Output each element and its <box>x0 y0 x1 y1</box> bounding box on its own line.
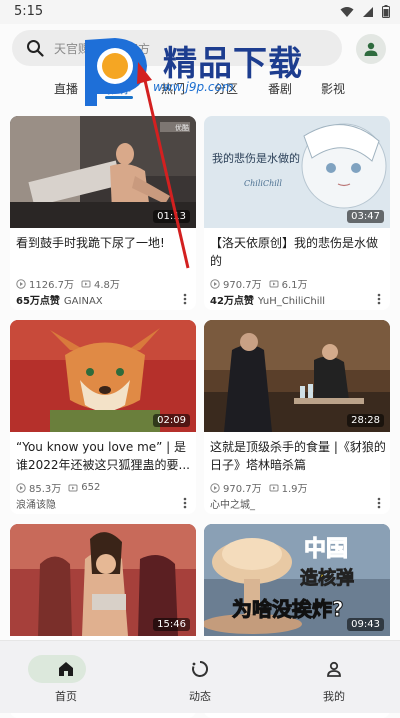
profile-icon <box>327 661 341 677</box>
video-stats: 1126.7万 4.8万 <box>16 276 120 291</box>
video-card[interactable]: 28:28 这就是顶级杀手的食量 |《豺狼的日子》塔林暗杀篇 970.7万 1.… <box>204 320 390 514</box>
video-stats: 85.3万 652 <box>16 480 100 495</box>
bottom-navigation: 首页 动态 我的 <box>0 640 400 713</box>
more-options-icon[interactable] <box>372 496 386 510</box>
status-time: 5:15 <box>14 4 44 19</box>
like-count: 652 <box>81 482 101 493</box>
play-count-icon <box>16 278 26 289</box>
like-count: 4.8万 <box>94 280 120 291</box>
like-badge: 42万点赞 <box>210 296 254 307</box>
author-name: GAINAX <box>63 296 103 307</box>
system-icons <box>340 5 390 18</box>
video-title: “You know you love me” | 是谁2022年还被这只狐狸蛊的… <box>16 440 190 472</box>
play-count-icon <box>16 482 26 493</box>
nav-dynamic-label: 动态 <box>189 690 211 703</box>
thumb-signature-text: ChiliChill <box>244 179 282 188</box>
tab-live[interactable]: 直播 <box>54 80 78 97</box>
video-meta: 浪涌该隐 <box>16 496 56 511</box>
home-icon <box>59 662 73 676</box>
signal-icon <box>363 6 373 17</box>
author-name: 浪涌该隐 <box>16 500 56 511</box>
duration-badge: 09:43 <box>347 618 384 631</box>
play-count-icon <box>210 278 220 289</box>
tab-recommend[interactable]: 推荐 <box>107 80 131 97</box>
video-title: 【洛天依原创】我的悲伤是水做的 <box>210 236 379 268</box>
dynamic-icon <box>192 660 209 677</box>
like-icon <box>68 484 78 491</box>
video-stats: 970.7万 6.1万 <box>210 276 308 291</box>
video-meta: 42万点赞 YuH_ChiliChill <box>210 292 325 307</box>
more-options-icon[interactable] <box>178 496 192 510</box>
nav-profile[interactable]: 我的 <box>268 641 400 713</box>
thumb-text-line2: 造核弹 <box>300 567 354 589</box>
tab-zones[interactable]: 分区 <box>214 80 238 97</box>
thumb-title-text: 我的悲伤是水做的 <box>212 151 300 165</box>
nav-home[interactable]: 首页 <box>0 641 132 713</box>
search-placeholder: 天官赐福动画官方 <box>54 42 151 56</box>
tab-movies[interactable]: 影视 <box>321 80 345 97</box>
author-name: 心中之城_ <box>210 500 255 511</box>
author-name: YuH_ChiliChill <box>257 296 326 307</box>
nav-home-label: 首页 <box>55 690 77 703</box>
video-card[interactable]: 我的悲伤是水做的 ChiliChill 03:47 【洛天依原创】我的悲伤是水做… <box>204 116 390 310</box>
tab-anime[interactable]: 番剧 <box>268 80 292 97</box>
wifi-icon <box>340 6 354 17</box>
duration-badge: 28:28 <box>347 414 384 427</box>
like-icon <box>81 280 91 287</box>
thumb-text-line3: 为啥没挨炸? <box>232 597 344 621</box>
more-options-icon[interactable] <box>178 292 192 306</box>
nav-dynamic[interactable]: 动态 <box>134 641 266 713</box>
duration-badge: 15:46 <box>153 618 190 631</box>
search-icon <box>27 40 44 57</box>
video-title: 这就是顶级杀手的食量 |《豺狼的日子》塔林暗杀篇 <box>210 440 386 472</box>
video-stats: 970.7万 1.9万 <box>210 480 308 495</box>
red-arrow-annotation <box>137 62 190 269</box>
view-count: 85.3万 <box>29 484 62 495</box>
like-count: 1.9万 <box>281 484 308 495</box>
video-card[interactable]: 02:09 “You know you love me” | 是谁2022年还被… <box>10 320 196 514</box>
category-tabs: 直播 推荐 热门 分区 番剧 影视 <box>0 80 400 100</box>
status-bar: 5:15 <box>0 0 400 24</box>
video-meta: 心中之城_ <box>210 496 255 511</box>
avatar-button[interactable] <box>356 34 386 64</box>
view-count: 970.7万 <box>223 280 262 291</box>
duration-badge: 03:47 <box>347 210 384 223</box>
duration-badge: 02:09 <box>153 414 190 427</box>
like-badge: 65万点赞 <box>16 296 60 307</box>
like-icon <box>269 280 279 287</box>
view-count: 1126.7万 <box>29 280 74 291</box>
like-count: 6.1万 <box>281 280 308 291</box>
more-options-icon[interactable] <box>372 292 386 306</box>
video-meta: 65万点赞 GAINAX <box>16 292 103 307</box>
play-count-icon <box>210 482 220 493</box>
thumb-text-line1: 中国 <box>304 537 348 562</box>
active-tab-indicator <box>105 96 133 99</box>
like-icon <box>269 484 279 491</box>
battery-icon <box>382 5 390 18</box>
account-icon <box>364 42 378 56</box>
nav-profile-label: 我的 <box>323 690 345 703</box>
view-count: 970.7万 <box>223 484 262 495</box>
